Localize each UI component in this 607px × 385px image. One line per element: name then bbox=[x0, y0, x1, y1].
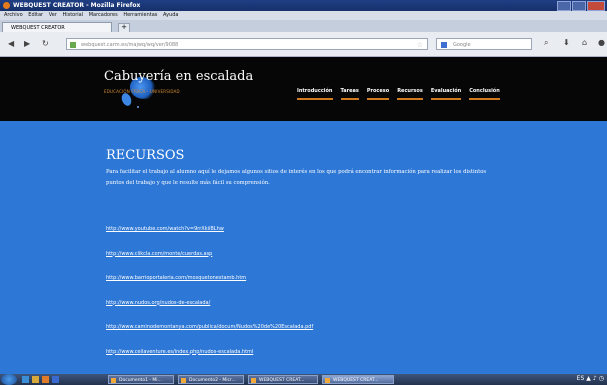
reload-icon[interactable]: ↻ bbox=[42, 39, 49, 48]
resource-link[interactable]: http://www.clikcla.com/monte/cuerdas.asp bbox=[106, 251, 313, 257]
menu-herramientas[interactable]: Herramientas bbox=[123, 11, 157, 20]
home-icon[interactable]: ⌂ bbox=[582, 38, 587, 47]
nav-recursos[interactable]: Recursos bbox=[397, 88, 423, 100]
nav-proceso[interactable]: Proceso bbox=[366, 88, 390, 100]
clock-icon[interactable]: ◷ bbox=[599, 375, 604, 382]
window-titlebar: WEBQUEST CREATOR - Mozilla Firefox bbox=[0, 0, 607, 11]
media-icon[interactable] bbox=[42, 376, 49, 383]
window-title: WEBQUEST CREATOR - Mozilla Firefox bbox=[13, 2, 141, 9]
menu-ayuda[interactable]: Ayuda bbox=[163, 11, 178, 20]
resource-link[interactable]: http://www.caminodemontanya.com/publica/… bbox=[106, 324, 313, 330]
site-favicon-icon bbox=[70, 42, 76, 48]
extension-icon[interactable]: ● bbox=[598, 38, 605, 47]
search-bar[interactable]: Google bbox=[436, 38, 532, 50]
google-icon bbox=[441, 42, 447, 48]
nav-tareas[interactable]: Tareas bbox=[340, 88, 359, 100]
taskbar-item[interactable]: WEBQUEST CREAT... bbox=[322, 375, 394, 384]
resource-link[interactable]: http://www.ceilaventure.es/index.php/nud… bbox=[106, 349, 313, 355]
system-tray: ES ▲ ♪ ◷ bbox=[577, 375, 604, 382]
logo-splash-drop-icon bbox=[120, 91, 133, 108]
search-placeholder: Google bbox=[453, 42, 471, 48]
resource-link[interactable]: http://www.youtube.com/watch?v=9rrXkiiBL… bbox=[106, 226, 313, 232]
language-indicator[interactable]: ES bbox=[577, 375, 585, 382]
maximize-button[interactable] bbox=[572, 1, 586, 11]
resource-link[interactable]: http://www.nudos.org/nudos-de-escalada/ bbox=[106, 300, 313, 306]
resource-link[interactable]: http://www.barrioportaleria.com/mosqueto… bbox=[106, 275, 313, 281]
close-button[interactable] bbox=[587, 1, 605, 11]
intro-paragraph: Para facilitar el trabajo al alumno aquí… bbox=[106, 169, 487, 186]
search-icon[interactable]: ⌕ bbox=[544, 38, 548, 48]
page-heading: RECURSOS bbox=[106, 148, 185, 163]
navigation-toolbar: ◀ ▶ ↻ webquest.carm.es/majwq/wq/ver/9088… bbox=[0, 32, 607, 57]
url-text: webquest.carm.es/majwq/wq/ver/9088 bbox=[81, 42, 179, 48]
ie-icon[interactable] bbox=[22, 376, 29, 383]
minimize-button[interactable] bbox=[557, 1, 571, 11]
volume-icon[interactable]: ♪ bbox=[593, 375, 597, 382]
nav-evaluacion[interactable]: Evaluación bbox=[430, 88, 462, 100]
menu-ver[interactable]: Ver bbox=[49, 11, 57, 20]
menu-editar[interactable]: Editar bbox=[28, 11, 43, 20]
menu-archivo[interactable]: Archivo bbox=[4, 11, 23, 20]
address-bar[interactable]: webquest.carm.es/majwq/wq/ver/9088 ☆ bbox=[66, 38, 428, 50]
logo-dot-icon bbox=[137, 106, 139, 108]
tab-bar: WEBQUEST CREATOR + bbox=[0, 20, 607, 33]
back-arrow-icon[interactable]: ◀ bbox=[8, 39, 14, 48]
network-icon[interactable]: ▲ bbox=[586, 375, 591, 382]
menu-bar: Archivo Editar Ver Historial Marcadores … bbox=[0, 11, 607, 20]
start-button[interactable] bbox=[1, 374, 17, 385]
taskbar-item[interactable]: Documento2 - Micr... bbox=[178, 375, 244, 384]
nav-introduccion[interactable]: Introducción bbox=[297, 88, 333, 100]
taskbar-item[interactable]: WEBQUEST CREAT... bbox=[248, 375, 318, 384]
bookmark-star-icon[interactable]: ☆ bbox=[417, 39, 423, 51]
forward-arrow-icon[interactable]: ▶ bbox=[24, 39, 30, 48]
download-icon[interactable]: ⬇ bbox=[563, 38, 570, 47]
os-taskbar: Documento1 - Mi... Documento2 - Micr... … bbox=[0, 374, 607, 385]
taskbar-item[interactable]: Documento1 - Mi... bbox=[108, 375, 174, 384]
firefox-icon bbox=[3, 2, 10, 9]
nav-conclusion[interactable]: Conclusión bbox=[469, 88, 500, 100]
site-header: Cabuyería en escalada EDUCACIÓN FÍSICA -… bbox=[0, 57, 607, 121]
explorer-icon[interactable] bbox=[32, 376, 39, 383]
main-content: RECURSOS Para facilitar el trabajo al al… bbox=[0, 121, 607, 374]
menu-marcadores[interactable]: Marcadores bbox=[89, 11, 118, 20]
resource-links: http://www.youtube.com/watch?v=9rrXkiiBL… bbox=[106, 226, 313, 373]
menu-historial[interactable]: Historial bbox=[62, 11, 83, 20]
word-icon[interactable] bbox=[52, 376, 59, 383]
site-subtitle: EDUCACIÓN FÍSICA - UNIVERSIDAD bbox=[104, 89, 180, 94]
site-nav: Introducción Tareas Proceso Recursos Eva… bbox=[297, 88, 500, 100]
tab-webquest[interactable]: WEBQUEST CREATOR bbox=[2, 22, 112, 32]
site-title: Cabuyería en escalada bbox=[104, 69, 254, 84]
window-controls bbox=[557, 1, 605, 11]
